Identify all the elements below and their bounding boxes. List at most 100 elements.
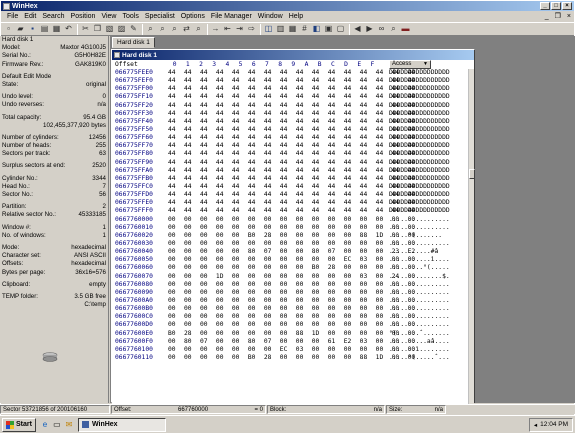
volume-icon[interactable]: ◂ <box>534 421 537 429</box>
find-next-icon[interactable]: ⌕ <box>157 24 168 35</box>
row-bytes[interactable]: 44 44 44 44 44 44 44 44 44 44 44 44 44 4… <box>168 183 415 191</box>
row-bytes[interactable]: 00 00 00 00 00 00 00 EC 03 00 00 00 00 0… <box>168 346 415 354</box>
hash-icon[interactable]: # <box>299 24 310 35</box>
save-icon[interactable]: ▪ <box>27 24 38 35</box>
hex-row[interactable]: 066775FEF0 44 44 44 44 44 44 44 44 44 44 … <box>112 77 468 85</box>
prev-icon[interactable]: ◀ <box>352 24 363 35</box>
image-icon[interactable]: ▣ <box>323 24 334 35</box>
new-file-icon[interactable]: ▫ <box>3 24 14 35</box>
row-bytes[interactable]: 44 44 44 44 44 44 44 44 44 44 44 44 44 4… <box>168 110 415 118</box>
hex-row[interactable]: 066775FF80 44 44 44 44 44 44 44 44 44 44 … <box>112 150 468 158</box>
row-bytes[interactable]: 00 00 00 1D 00 00 00 00 00 00 00 00 03 0… <box>168 273 415 281</box>
hex-row[interactable]: 066775FF30 44 44 44 44 44 44 44 44 44 44 … <box>112 110 468 118</box>
row-bytes[interactable]: 00 00 00 00 00 00 00 00 00 00 00 00 00 0… <box>168 281 415 289</box>
desktop-icon[interactable]: ▭ <box>52 420 62 430</box>
row-ascii[interactable]: DDDDDDDDDDDDDDDD <box>379 102 450 110</box>
row-ascii[interactable]: DDDDDDDDDDDDDDDD <box>379 126 450 134</box>
goto-sector-icon[interactable]: ⇥ <box>234 24 245 35</box>
write-icon[interactable]: ✎ <box>128 24 139 35</box>
row-bytes[interactable]: 00 00 00 00 00 00 00 00 00 00 00 00 00 0… <box>168 289 415 297</box>
cut-icon[interactable]: ✂ <box>80 24 91 35</box>
hex-row[interactable]: 066775FF40 44 44 44 44 44 44 44 44 44 44 … <box>112 118 468 126</box>
row-bytes[interactable]: 00 00 00 00 00 B0 28 00 00 00 00 00 88 1… <box>168 354 415 362</box>
ie-icon[interactable]: e <box>40 420 50 430</box>
row-ascii[interactable]: DDDDDDDDDDDDDDDD <box>379 159 450 167</box>
hex-row[interactable]: 06677600E0 B0 28 00 00 00 00 00 00 88 1D … <box>112 330 468 338</box>
hex-row[interactable]: 066775FF50 44 44 44 44 44 44 44 44 44 44 … <box>112 126 468 134</box>
print-icon[interactable]: ▤ <box>39 24 50 35</box>
vertical-scrollbar[interactable] <box>468 69 475 404</box>
row-ascii[interactable]: DDDDDDDDDDDDDDDD <box>379 150 450 158</box>
menu-help[interactable]: Help <box>286 11 306 22</box>
row-bytes[interactable]: 44 44 44 44 44 44 44 44 44 44 44 44 44 4… <box>168 134 415 142</box>
hex-row[interactable]: 0667760030 00 00 00 00 00 00 00 00 00 00 … <box>112 240 468 248</box>
row-ascii[interactable]: DDDDDDDDDDDDDDDD <box>379 175 450 183</box>
hex-row[interactable]: 0667760070 00 00 00 1D 00 00 00 00 00 00 … <box>112 273 468 281</box>
row-ascii[interactable]: ................ <box>379 281 450 289</box>
mdi-minimize-button[interactable]: _ <box>542 11 552 22</box>
row-bytes[interactable]: 00 00 00 00 00 00 00 00 00 00 00 00 00 0… <box>168 305 415 313</box>
hex-row[interactable]: 066775FF00 44 44 44 44 44 44 44 44 44 44 … <box>112 85 468 93</box>
hex-row[interactable]: 066775FF60 44 44 44 44 44 44 44 44 44 44 … <box>112 134 468 142</box>
close-button[interactable]: × <box>562 2 572 10</box>
tab-hard-disk-1[interactable]: Hard disk 1 <box>112 37 155 48</box>
hex-row[interactable]: 06677600D0 00 00 00 00 00 00 00 00 00 00 … <box>112 321 468 329</box>
row-ascii[interactable]: ................ <box>379 305 450 313</box>
row-bytes[interactable]: 44 44 44 44 44 44 44 44 44 44 44 44 44 4… <box>168 150 415 158</box>
hex-row[interactable]: 06677600F0 00 80 07 00 00 80 07 00 00 00 … <box>112 338 468 346</box>
hex-row[interactable]: 0667760110 00 00 00 00 00 B0 28 00 00 00 … <box>112 354 468 362</box>
row-ascii[interactable]: °(......ˆ....... <box>379 330 450 338</box>
row-bytes[interactable]: 00 00 00 00 00 00 00 00 00 00 00 00 00 0… <box>168 224 415 232</box>
hex-row[interactable]: 0667760040 00 00 00 00 00 80 07 00 00 80 … <box>112 248 468 256</box>
row-ascii[interactable]: ................ <box>379 313 450 321</box>
row-bytes[interactable]: 44 44 44 44 44 44 44 44 44 44 44 44 44 4… <box>168 159 415 167</box>
hex-row[interactable]: 06677600A0 00 00 00 00 00 00 00 00 00 00 … <box>112 297 468 305</box>
clone-icon[interactable]: ◧ <box>311 24 322 35</box>
row-ascii[interactable]: .......ì........ <box>379 346 450 354</box>
hex-row[interactable]: 066775FFC0 44 44 44 44 44 44 44 44 44 44 … <box>112 183 468 191</box>
row-ascii[interactable]: DDDDDDDDDDDDDDDD <box>379 77 450 85</box>
row-ascii[interactable]: DDDDDDDDDDDDDDDD <box>379 69 450 77</box>
replace-icon[interactable]: ⇄ <box>181 24 192 35</box>
row-ascii[interactable]: ................ <box>379 321 450 329</box>
row-ascii[interactable]: .....°(....... <box>379 232 442 240</box>
title-bar[interactable]: WinHex _ □ × <box>1 1 574 11</box>
maximize-button[interactable]: □ <box>551 2 561 10</box>
menu-file[interactable]: File <box>4 11 21 22</box>
hex-row[interactable]: 066775FFA0 44 44 44 44 44 44 44 44 44 44 … <box>112 167 468 175</box>
menu-edit[interactable]: Edit <box>21 11 39 22</box>
mdi-restore-button[interactable]: ❐ <box>552 11 564 22</box>
menu-window[interactable]: Window <box>255 11 286 22</box>
hex-row[interactable]: 0667760090 00 00 00 00 00 00 00 00 00 00 … <box>112 289 468 297</box>
row-bytes[interactable]: 44 44 44 44 44 44 44 44 44 44 44 44 44 4… <box>168 207 415 215</box>
row-ascii[interactable]: DDDDDDDDDDDDDDDD <box>379 110 450 118</box>
binoculars-icon[interactable]: ∞ <box>376 24 387 35</box>
row-bytes[interactable]: 44 44 44 44 44 44 44 44 44 44 44 44 44 4… <box>168 167 415 175</box>
row-ascii[interactable]: DDDDDDDDDDDDDDDD <box>379 134 450 142</box>
row-ascii[interactable]: ................ <box>379 240 450 248</box>
hex-row[interactable]: 0667760010 00 00 00 00 00 00 00 00 00 00 … <box>112 224 468 232</box>
row-ascii[interactable]: DDDDDDDDDDDDDDDD <box>379 85 450 93</box>
open-disk-icon[interactable]: ◫ <box>263 24 274 35</box>
row-ascii[interactable]: ..............$. <box>379 273 450 281</box>
hex-row[interactable]: 0667760100 00 00 00 00 00 00 00 EC 03 00 … <box>112 346 468 354</box>
minimize-button[interactable]: _ <box>540 2 550 10</box>
row-ascii[interactable]: DDDDDDDDDDDDDDDD <box>379 142 450 150</box>
properties-icon[interactable]: ▦ <box>51 24 62 35</box>
hex-row[interactable]: 066775FF20 44 44 44 44 44 44 44 44 44 44 … <box>112 102 468 110</box>
row-bytes[interactable]: 44 44 44 44 44 44 44 44 44 44 44 44 44 4… <box>168 191 415 199</box>
row-bytes[interactable]: 44 44 44 44 44 44 44 44 44 44 44 44 44 4… <box>168 69 415 77</box>
hex-row[interactable]: 06677600C0 00 00 00 00 00 00 00 00 00 00 … <box>112 313 468 321</box>
row-ascii[interactable]: DDDDDDDDDDDDDDDD <box>379 191 450 199</box>
open-file-icon[interactable]: ▰ <box>15 24 26 35</box>
app-icon[interactable] <box>3 2 10 10</box>
row-bytes[interactable]: B0 28 00 00 00 00 00 00 88 1D 00 00 00 0… <box>168 330 415 338</box>
row-ascii[interactable]: ................ <box>379 216 450 224</box>
menu-options[interactable]: Options <box>178 11 208 22</box>
row-bytes[interactable]: 44 44 44 44 44 44 44 44 44 44 44 44 44 4… <box>168 175 415 183</box>
row-bytes[interactable]: 44 44 44 44 44 44 44 44 44 44 44 44 44 4… <box>168 142 415 150</box>
clock[interactable]: 12:04 PM <box>540 421 568 428</box>
menu-view[interactable]: View <box>98 11 119 22</box>
mdi-close-button[interactable]: × <box>564 11 574 22</box>
hex-row[interactable]: 066775FFF0 44 44 44 44 44 44 44 44 44 44 … <box>112 207 468 215</box>
